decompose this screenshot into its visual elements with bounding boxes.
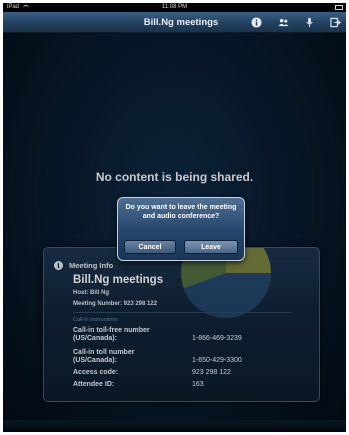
participants-icon[interactable] [278, 17, 289, 28]
leave-meeting-alert: Do you want to leave the meeting and aud… [117, 197, 245, 261]
status-time: 11:08 PM [161, 4, 188, 10]
bottom-bar [3, 420, 346, 432]
microphone-icon[interactable] [304, 17, 315, 28]
top-toolbar: Bill.Ng meetings [3, 12, 346, 33]
alert-message: Do you want to leave the meeting and aud… [125, 204, 237, 220]
leave-button[interactable]: Leave [184, 240, 238, 254]
battery-icon [335, 5, 343, 10]
app-screen: iPad 11:08 PM Bill.Ng meetings No conten… [3, 3, 346, 432]
status-bar: iPad 11:08 PM [3, 3, 346, 12]
cancel-button[interactable]: Cancel [124, 240, 176, 254]
meeting-title: Bill.Ng meetings [143, 17, 219, 28]
info-icon[interactable] [251, 17, 262, 28]
leave-icon[interactable] [330, 17, 341, 28]
